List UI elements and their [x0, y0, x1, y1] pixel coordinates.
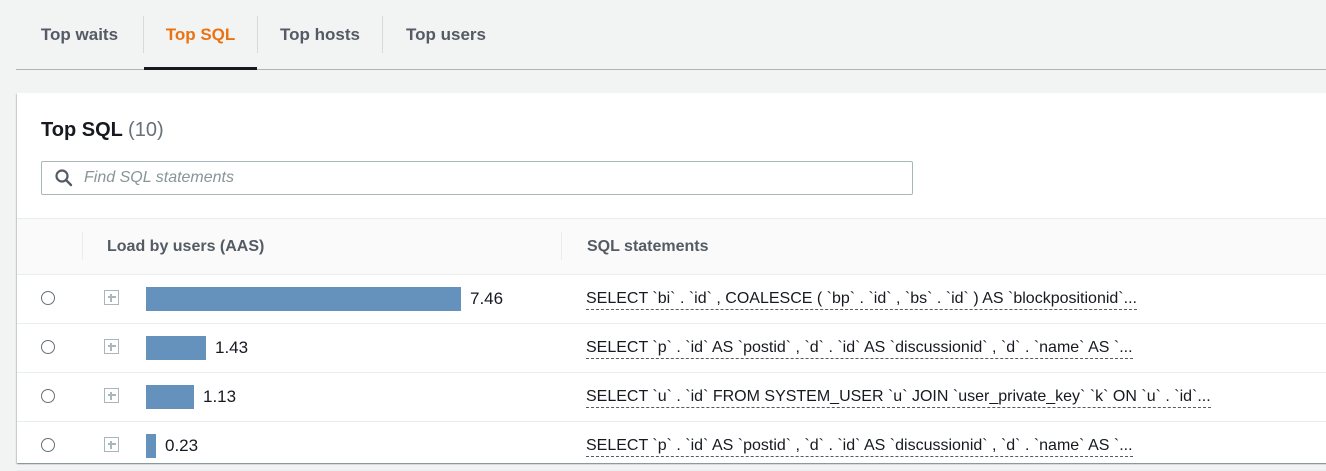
expand-icon[interactable]	[104, 339, 119, 354]
panel-title-text: Top SQL	[41, 119, 123, 141]
load-bar	[146, 336, 206, 360]
tab-top-hosts[interactable]: Top hosts	[258, 0, 382, 69]
column-divider	[561, 232, 562, 260]
expand-icon[interactable]	[104, 437, 119, 452]
top-sql-panel: Top SQL (10) Load by users (AAS) SQL sta…	[17, 93, 1326, 471]
tab-bar: Top waits Top SQL Top hosts Top users	[16, 0, 1326, 70]
sql-statement-link[interactable]: SELECT `bi` . `id` , COALESCE ( `bp` . `…	[586, 290, 1137, 310]
panel-title: Top SQL (10)	[41, 119, 164, 142]
tab-top-waits[interactable]: Top waits	[16, 0, 143, 69]
search-icon	[55, 169, 73, 187]
column-header-load[interactable]: Load by users (AAS)	[107, 219, 264, 274]
load-value: 1.13	[203, 387, 237, 406]
load-bar	[146, 385, 194, 409]
load-value: 1.43	[215, 338, 249, 357]
row-select-radio[interactable]	[41, 291, 55, 305]
expand-icon[interactable]	[104, 388, 119, 403]
column-divider	[82, 232, 83, 260]
tab-top-users[interactable]: Top users	[383, 0, 509, 69]
row-select-radio[interactable]	[41, 340, 55, 354]
load-bar	[146, 434, 156, 458]
sql-statement-link[interactable]: SELECT `p` . `id` AS `postid` , `d` . `i…	[586, 339, 1133, 359]
load-value: 0.23	[165, 436, 199, 455]
expand-icon[interactable]	[104, 290, 119, 305]
load-value: 7.46	[470, 289, 504, 308]
sql-statement-link[interactable]: SELECT `u` . `id` FROM SYSTEM_USER `u` J…	[586, 388, 1211, 408]
panel-title-count: (10)	[128, 119, 164, 141]
tab-top-sql[interactable]: Top SQL	[144, 0, 257, 70]
table-row[interactable]: 1.43 SELECT `p` . `id` AS `postid` , `d`…	[17, 324, 1326, 373]
top-sql-table: Load by users (AAS) SQL statements 7.46 …	[17, 218, 1326, 471]
table-row[interactable]: 0.23 SELECT `p` . `id` AS `postid` , `d`…	[17, 422, 1326, 471]
table-row[interactable]: 1.13 SELECT `u` . `id` FROM SYSTEM_USER …	[17, 373, 1326, 422]
table-row[interactable]: 7.46 SELECT `bi` . `id` , COALESCE ( `bp…	[17, 275, 1326, 324]
sql-statement-link[interactable]: SELECT `p` . `id` AS `postid` , `d` . `i…	[586, 437, 1133, 457]
row-select-radio[interactable]	[41, 438, 55, 452]
load-bar	[146, 287, 461, 311]
row-select-radio[interactable]	[41, 389, 55, 403]
column-header-sql[interactable]: SQL statements	[587, 219, 709, 274]
table-header: Load by users (AAS) SQL statements	[17, 218, 1326, 275]
search-input[interactable]	[82, 168, 866, 188]
search-box	[41, 161, 913, 195]
